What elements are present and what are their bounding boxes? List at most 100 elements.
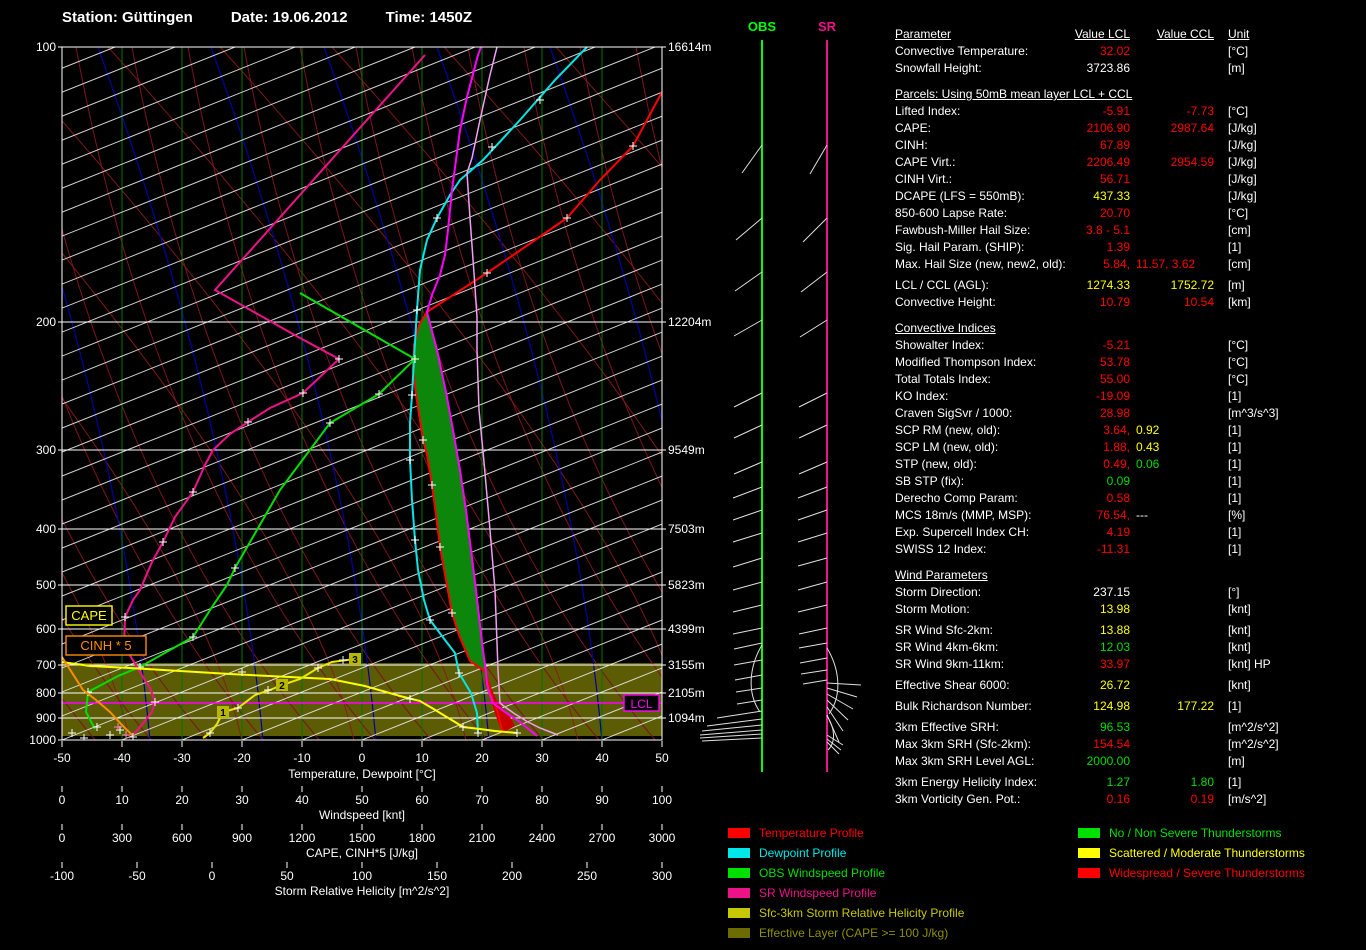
param-label: Effective Shear 6000:	[895, 678, 1010, 692]
param-value-lcl: 3.64,	[1103, 423, 1130, 437]
param-unit: [knt]	[1228, 640, 1251, 654]
table-row: SR Wind Sfc-2km: 13.88 [knt]	[895, 622, 1357, 639]
axis-tick-label: 200	[502, 869, 522, 883]
param-label: Craven SigSvr / 1000:	[895, 406, 1013, 420]
param-value-lcl: 26.72	[1099, 678, 1130, 692]
axis-tick-label: -100	[50, 869, 74, 883]
param-label: CINH:	[895, 138, 928, 152]
pressure-label: 1000	[29, 733, 56, 747]
param-value-lcl: 32.02	[1099, 44, 1130, 58]
axis-tick-label: 0	[209, 869, 216, 883]
param-value-lcl: 76.54,	[1096, 508, 1130, 522]
param-value-ccl	[1130, 622, 1214, 639]
param-unit: [1]	[1228, 775, 1242, 789]
legend-swatch	[728, 888, 750, 898]
pressure-label: 900	[36, 711, 56, 725]
altitude-label: 1094m	[668, 711, 705, 725]
param-label: Total Totals Index:	[895, 372, 991, 386]
param-value-lcl: 4.19	[1106, 525, 1130, 539]
param-value-lcl: 1274.33	[1086, 278, 1130, 292]
param-label: Showalter Index:	[895, 338, 985, 352]
param-value-lcl: 67.89	[1099, 138, 1130, 152]
param-label: SR Wind Sfc-2km:	[895, 623, 994, 637]
table-row: 3km Energy Helicity Index: 1.27 1.80 [1]	[895, 774, 1357, 791]
table-row: SCP LM (new, old): 1.88, 0.43 [1]	[895, 439, 1357, 456]
table-row: DCAPE (LFS = 550mB): 437.33 [J/kg]	[895, 188, 1357, 205]
legend-label: No / Non Severe Thunderstorms	[1109, 826, 1282, 840]
param-value-ccl	[1130, 239, 1214, 256]
param-unit: [°C]	[1228, 338, 1249, 352]
param-unit: [°]	[1228, 585, 1240, 599]
param-unit: [m]	[1228, 754, 1245, 768]
axis-tick-label: 70	[475, 793, 489, 807]
severity-legend: No / Non Severe Thunderstorms Scattered /…	[1078, 823, 1305, 883]
legend-label: Effective Layer (CAPE >= 100 J/kg)	[759, 926, 949, 940]
axis-tick-label: 40	[595, 751, 609, 765]
param-value-lcl: 154.54	[1093, 737, 1130, 751]
table-row: CAPE Virt.: 2206.49 2954.59 [J/kg]	[895, 154, 1357, 171]
legend-swatch	[1078, 828, 1100, 838]
axis-tick-label: 100	[352, 869, 372, 883]
axis-title: Temperature, Dewpoint [°C]	[288, 767, 436, 781]
param-value-ccl	[1130, 188, 1214, 205]
param-value-lcl: 5.84,	[1103, 257, 1130, 271]
param-value-ccl: 2954.59	[1170, 155, 1214, 169]
param-unit: [knt] HP	[1228, 657, 1271, 671]
param-unit: [J/kg]	[1228, 121, 1257, 135]
param-label: LCL / CCL (AGL):	[895, 278, 989, 292]
param-value-lcl: 33.97	[1099, 657, 1130, 671]
table-row: Convective Height: 10.79 10.54 [km]	[895, 294, 1357, 311]
param-label: Storm Motion:	[895, 602, 970, 616]
param-value-lcl: 2000.00	[1086, 754, 1130, 768]
axis-tick-label: 10	[115, 793, 129, 807]
param-value-lcl: 437.33	[1093, 189, 1130, 203]
svg-text:SR: SR	[818, 19, 837, 34]
pressure-label: 200	[36, 315, 56, 329]
param-value-ccl: 177.22	[1177, 699, 1214, 713]
legend-item-severity: Widespread / Severe Thunderstorms	[1078, 863, 1305, 883]
legend-item-profile: Dewpoint Profile	[728, 843, 964, 863]
param-label: CAPE Virt.:	[895, 155, 956, 169]
axis-tick-label: 20	[475, 751, 489, 765]
legend-item-profile: Temperature Profile	[728, 823, 964, 843]
legend-swatch	[728, 848, 750, 858]
pressure-label: 600	[36, 622, 56, 636]
param-unit: [km]	[1228, 295, 1251, 309]
table-row: Storm Direction: 237.15 [°]	[895, 584, 1357, 601]
param-unit: [1]	[1228, 389, 1242, 403]
param-value-ccl	[1130, 584, 1214, 601]
table-row: Modified Thompson Index: 53.78 [°C]	[895, 354, 1357, 371]
param-unit: [1]	[1228, 474, 1242, 488]
altitude-label: 16614m	[668, 40, 711, 54]
param-value-lcl: 2206.49	[1086, 155, 1130, 169]
param-value-lcl: 124.98	[1093, 699, 1130, 713]
pressure-label: 400	[36, 522, 56, 536]
param-value-lcl: -19.09	[1095, 389, 1130, 403]
param-unit: [m^3/s^3]	[1228, 406, 1279, 420]
param-value-ccl	[1130, 677, 1214, 694]
axis-tick-label: 80	[535, 793, 549, 807]
param-value-lcl: 1.27	[1106, 775, 1130, 789]
param-unit: [1]	[1228, 423, 1242, 437]
param-value-ccl: 0.43	[1136, 440, 1160, 454]
table-row: 3km Effective SRH: 96.53 [m^2/s^2]	[895, 719, 1357, 736]
param-unit: [°C]	[1228, 206, 1249, 220]
axis-tick-label: 150	[427, 869, 447, 883]
param-unit: [knt]	[1228, 623, 1251, 637]
param-label: Bulk Richardson Number:	[895, 699, 1032, 713]
axis-tick-label: 20	[175, 793, 189, 807]
legend-item-profile: Sfc-3km Storm Relative Helicity Profile	[728, 903, 964, 923]
axis-tick-label: 50	[655, 751, 669, 765]
param-value-lcl: 0.16	[1106, 792, 1130, 806]
pressure-label: 100	[36, 40, 56, 54]
table-row: CAPE: 2106.90 2987.64 [J/kg]	[895, 120, 1357, 137]
axis-tick-label: 90	[595, 793, 609, 807]
param-label: SR Wind 9km-11km:	[895, 657, 1005, 671]
table-row: Fawbush-Miller Hail Size: 3.8 - 5.1 [cm]	[895, 222, 1357, 239]
svg-text:LCL: LCL	[630, 697, 652, 711]
sounding-chart: 123CAPECINH * 5LCL100 16614m200 12204m300 9…	[29, 19, 862, 898]
svg-text:CINH * 5: CINH * 5	[80, 638, 131, 653]
axis-tick-label: 900	[232, 831, 252, 845]
col-value-lcl: Value LCL	[1074, 27, 1130, 41]
cape-area	[413, 312, 486, 672]
